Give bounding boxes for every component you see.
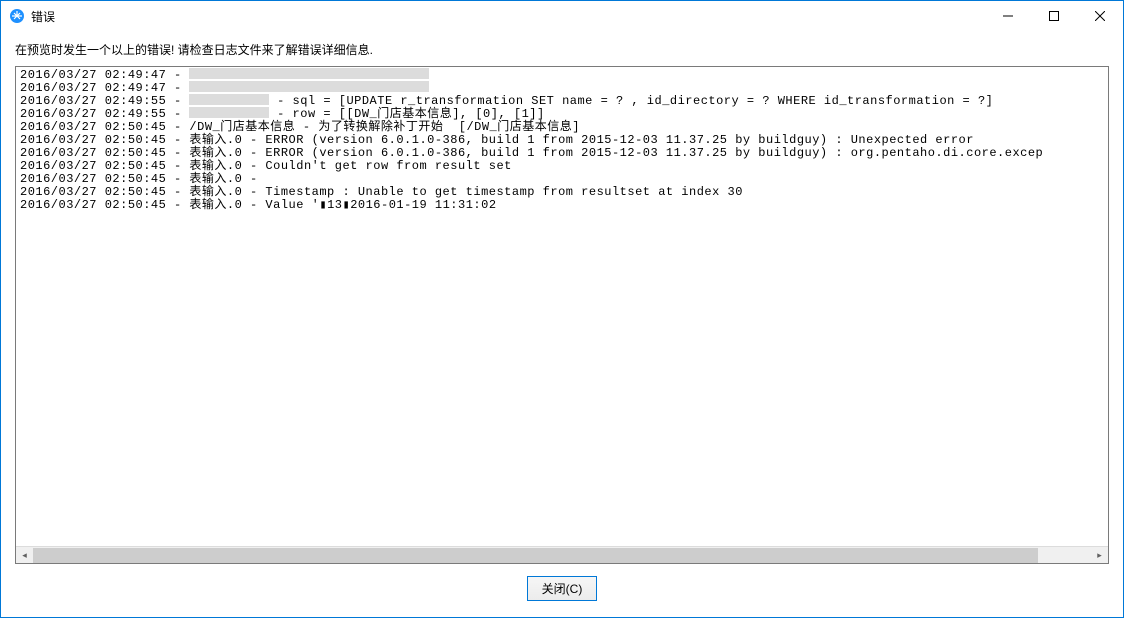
scroll-right-arrow[interactable]: ▸: [1091, 547, 1108, 564]
log-text[interactable]: 2016/03/27 02:49:47 - 2016/03/27 02:49:4…: [16, 67, 1108, 546]
window-controls: [985, 1, 1123, 31]
redacted-block: [189, 68, 429, 79]
scroll-thumb[interactable]: [33, 548, 1038, 563]
redacted-block: [189, 94, 269, 105]
close-button[interactable]: 关闭(C): [527, 576, 598, 601]
scroll-track[interactable]: [33, 547, 1091, 564]
log-panel: 2016/03/27 02:49:47 - 2016/03/27 02:49:4…: [15, 66, 1109, 564]
minimize-button[interactable]: [985, 1, 1031, 30]
redacted-block: [189, 107, 269, 118]
window-title: 错误: [31, 8, 55, 25]
redacted-block: [189, 81, 429, 92]
dialog-content: 在预览时发生一个以上的错误! 请检查日志文件来了解错误详细信息. 2016/03…: [1, 31, 1123, 617]
button-row: 关闭(C): [15, 570, 1109, 609]
scroll-left-arrow[interactable]: ◂: [16, 547, 33, 564]
app-icon: [9, 8, 25, 24]
titlebar: 错误: [1, 1, 1123, 31]
log-line: 2016/03/27 02:50:45 - 表输入.0 - Value '▮13…: [20, 199, 1104, 212]
error-dialog: 错误 在预览时发生一个以上的错误! 请检查日志文件来了解错误详细信息. 2016…: [0, 0, 1124, 618]
close-window-button[interactable]: [1077, 1, 1123, 30]
horizontal-scrollbar[interactable]: ◂ ▸: [16, 546, 1108, 563]
error-message: 在预览时发生一个以上的错误! 请检查日志文件来了解错误详细信息.: [15, 41, 1109, 58]
maximize-button[interactable]: [1031, 1, 1077, 30]
